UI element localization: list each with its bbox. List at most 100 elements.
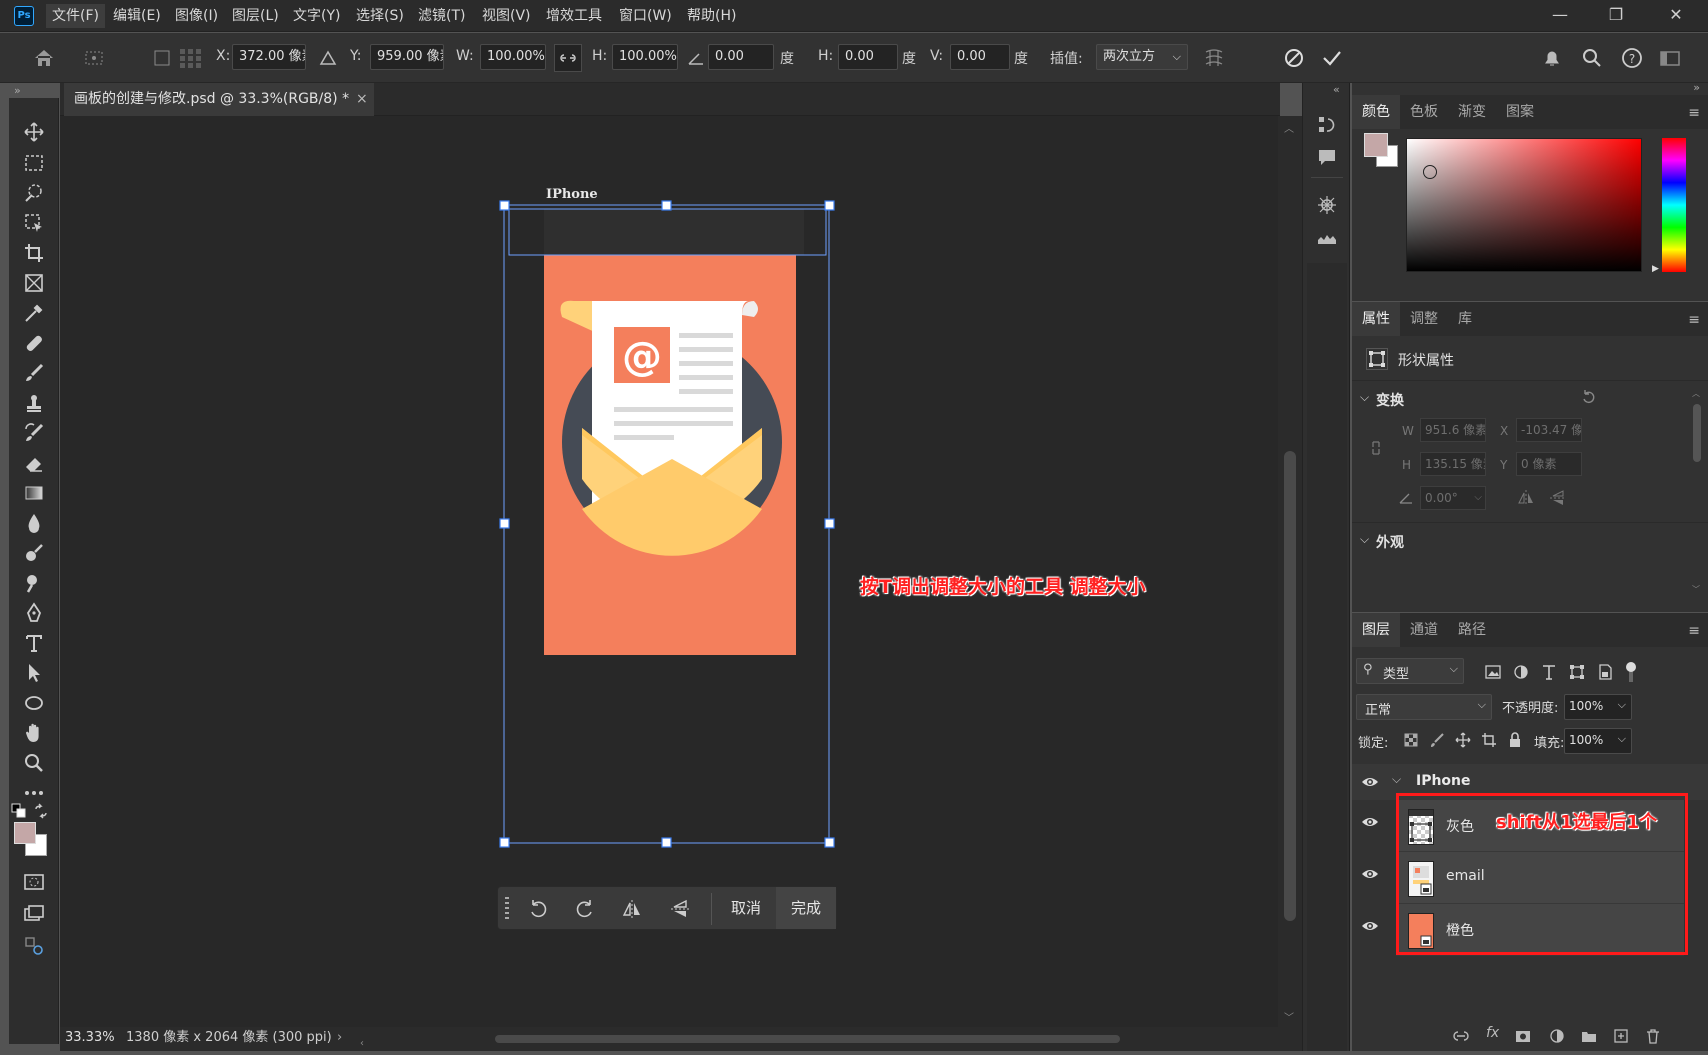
- group-name[interactable]: IPhone: [1416, 773, 1471, 789]
- filter-adjustment-icon[interactable]: [1512, 663, 1530, 681]
- reset-transform-icon[interactable]: [1580, 388, 1598, 406]
- object-select-tool-icon[interactable]: [22, 211, 46, 235]
- home-icon[interactable]: [32, 46, 56, 70]
- flip-vertical-icon[interactable]: [668, 897, 692, 921]
- cancel-button[interactable]: 取消: [720, 887, 772, 929]
- appearance-section-title[interactable]: 外观: [1376, 532, 1404, 552]
- eye-icon[interactable]: [1360, 814, 1380, 830]
- frame-tool-icon[interactable]: [22, 271, 46, 295]
- tab-libraries[interactable]: 库: [1448, 302, 1482, 336]
- menu-edit[interactable]: 编辑(E): [107, 4, 167, 28]
- prop-x-field[interactable]: -103.47 像: [1516, 418, 1582, 442]
- scroll-up-icon[interactable]: ︿: [1692, 388, 1700, 399]
- status-menu-arrow[interactable]: ›: [337, 1027, 342, 1049]
- menu-select[interactable]: 选择(S): [350, 4, 410, 28]
- prop-angle-field[interactable]: 0.00° ⌵: [1420, 486, 1486, 510]
- rotation-field[interactable]: 0.00: [708, 44, 774, 70]
- fill-field[interactable]: 100% ⌵: [1564, 728, 1632, 754]
- menu-image[interactable]: 图像(I): [169, 4, 224, 28]
- new-layer-icon[interactable]: [1612, 1027, 1630, 1045]
- horizontal-scroll-thumb[interactable]: [495, 1035, 1120, 1043]
- blend-mode-select[interactable]: 正常 ⌵: [1356, 694, 1492, 720]
- path-selection-tool-icon[interactable]: [22, 661, 46, 685]
- gradient-tool-icon[interactable]: [22, 481, 46, 505]
- collapse-panels-icon[interactable]: »: [1693, 81, 1700, 94]
- vertical-scrollbar[interactable]: ︿ ﹀: [1278, 116, 1302, 1027]
- tab-patterns[interactable]: 图案: [1496, 95, 1544, 129]
- document-tab[interactable]: 画板的创建与修改.psd @ 33.3%(RGB/8) * ×: [64, 83, 374, 116]
- tab-color[interactable]: 颜色: [1352, 95, 1400, 129]
- reference-point-icon[interactable]: [82, 46, 106, 70]
- search-icon[interactable]: [1580, 46, 1604, 70]
- tab-layers[interactable]: 图层: [1352, 613, 1400, 647]
- foreground-color-swatch[interactable]: [14, 822, 36, 844]
- layer-filter-select[interactable]: ⚲ 类型 ⌵: [1356, 658, 1464, 684]
- properties-scrollbar[interactable]: ︿ ﹀: [1692, 388, 1702, 598]
- x-position-field[interactable]: 372.00 像素: [232, 44, 306, 70]
- y-position-field[interactable]: 959.00 像素: [370, 44, 444, 70]
- prop-flip-vertical-icon[interactable]: [1548, 488, 1568, 508]
- lock-transparent-icon[interactable]: [1402, 731, 1420, 749]
- pen-tool-icon[interactable]: [22, 601, 46, 625]
- rotate-left-icon[interactable]: [526, 897, 550, 921]
- quick-mask-icon[interactable]: [22, 870, 46, 894]
- type-tool-icon[interactable]: [22, 631, 46, 655]
- opacity-field[interactable]: 100% ⌵: [1564, 694, 1632, 720]
- screen-mode-icon[interactable]: [22, 902, 46, 926]
- new-group-icon[interactable]: [1580, 1027, 1598, 1045]
- drag-handle-icon[interactable]: [504, 895, 510, 923]
- menu-view[interactable]: 视图(V): [476, 4, 537, 28]
- menu-plugins[interactable]: 增效工具: [540, 4, 608, 28]
- filter-toggle-icon[interactable]: [1624, 661, 1638, 683]
- eye-icon[interactable]: [1360, 866, 1380, 882]
- quick-select-tool-icon[interactable]: [22, 181, 46, 205]
- ellipse-tool-icon[interactable]: [22, 691, 46, 715]
- collapse-toolbar-icon[interactable]: »: [14, 84, 21, 97]
- chevron-down-icon[interactable]: ⌵: [1360, 390, 1369, 405]
- prop-y-field[interactable]: 0 像素: [1516, 452, 1582, 476]
- clone-stamp-tool-icon[interactable]: [22, 391, 46, 415]
- brush-tool-icon[interactable]: [22, 361, 46, 385]
- scroll-left-icon[interactable]: ‹: [360, 1033, 364, 1055]
- color-fg-swatch[interactable]: [1364, 133, 1388, 157]
- blur-tool-icon[interactable]: [22, 511, 46, 535]
- transform-section-title[interactable]: 变换: [1376, 390, 1404, 410]
- tab-channels[interactable]: 通道: [1400, 613, 1448, 647]
- warp-icon[interactable]: [1202, 46, 1226, 70]
- prop-flip-horizontal-icon[interactable]: [1516, 488, 1536, 508]
- move-tool-icon[interactable]: [22, 120, 46, 144]
- tab-paths[interactable]: 路径: [1448, 613, 1496, 647]
- lock-pixels-icon[interactable]: [1428, 731, 1446, 749]
- menu-help[interactable]: 帮助(H): [681, 4, 742, 28]
- menu-filter[interactable]: 滤镜(T): [412, 4, 471, 28]
- filter-shape-icon[interactable]: [1568, 663, 1586, 681]
- reference-checkbox[interactable]: [150, 46, 174, 70]
- swap-colors-icon[interactable]: [33, 803, 49, 819]
- close-window-button[interactable]: ✕: [1653, 0, 1699, 32]
- minimize-button[interactable]: —: [1537, 0, 1583, 32]
- filter-smart-object-icon[interactable]: [1596, 663, 1614, 681]
- vertical-skew-field[interactable]: 0.00: [950, 44, 1010, 70]
- lock-position-icon[interactable]: [1454, 731, 1472, 749]
- vertical-scroll-thumb[interactable]: [1284, 451, 1296, 921]
- history-panel-icon[interactable]: [1315, 113, 1339, 137]
- crop-tool-icon[interactable]: [22, 241, 46, 265]
- color-field[interactable]: [1406, 138, 1642, 272]
- eyedropper-tool-icon[interactable]: [22, 301, 46, 325]
- tab-swatches[interactable]: 色板: [1400, 95, 1448, 129]
- horizontal-skew-field[interactable]: 0.00: [838, 44, 898, 70]
- link-dimensions-icon[interactable]: [1368, 440, 1384, 456]
- canvas-area[interactable]: IPhone @ 按T调出调整大小的工具 调整大小 取消 完成: [60, 116, 1278, 1027]
- hue-slider[interactable]: [1662, 138, 1686, 272]
- delta-icon[interactable]: [316, 46, 340, 70]
- prop-width-field[interactable]: 951.6 像素: [1420, 418, 1486, 442]
- properties-scroll-thumb[interactable]: [1693, 404, 1701, 462]
- edit-toolbar-icon[interactable]: [22, 934, 46, 958]
- zoom-level[interactable]: 33.33%: [65, 1027, 115, 1049]
- cancel-transform-icon[interactable]: [1282, 46, 1306, 70]
- interpolation-select[interactable]: 两次立方 ⌵: [1096, 44, 1188, 70]
- flip-horizontal-icon[interactable]: [620, 897, 644, 921]
- notification-bell-icon[interactable]: [1540, 46, 1564, 70]
- delete-layer-icon[interactable]: [1644, 1027, 1662, 1045]
- link-layers-icon[interactable]: [1452, 1027, 1470, 1045]
